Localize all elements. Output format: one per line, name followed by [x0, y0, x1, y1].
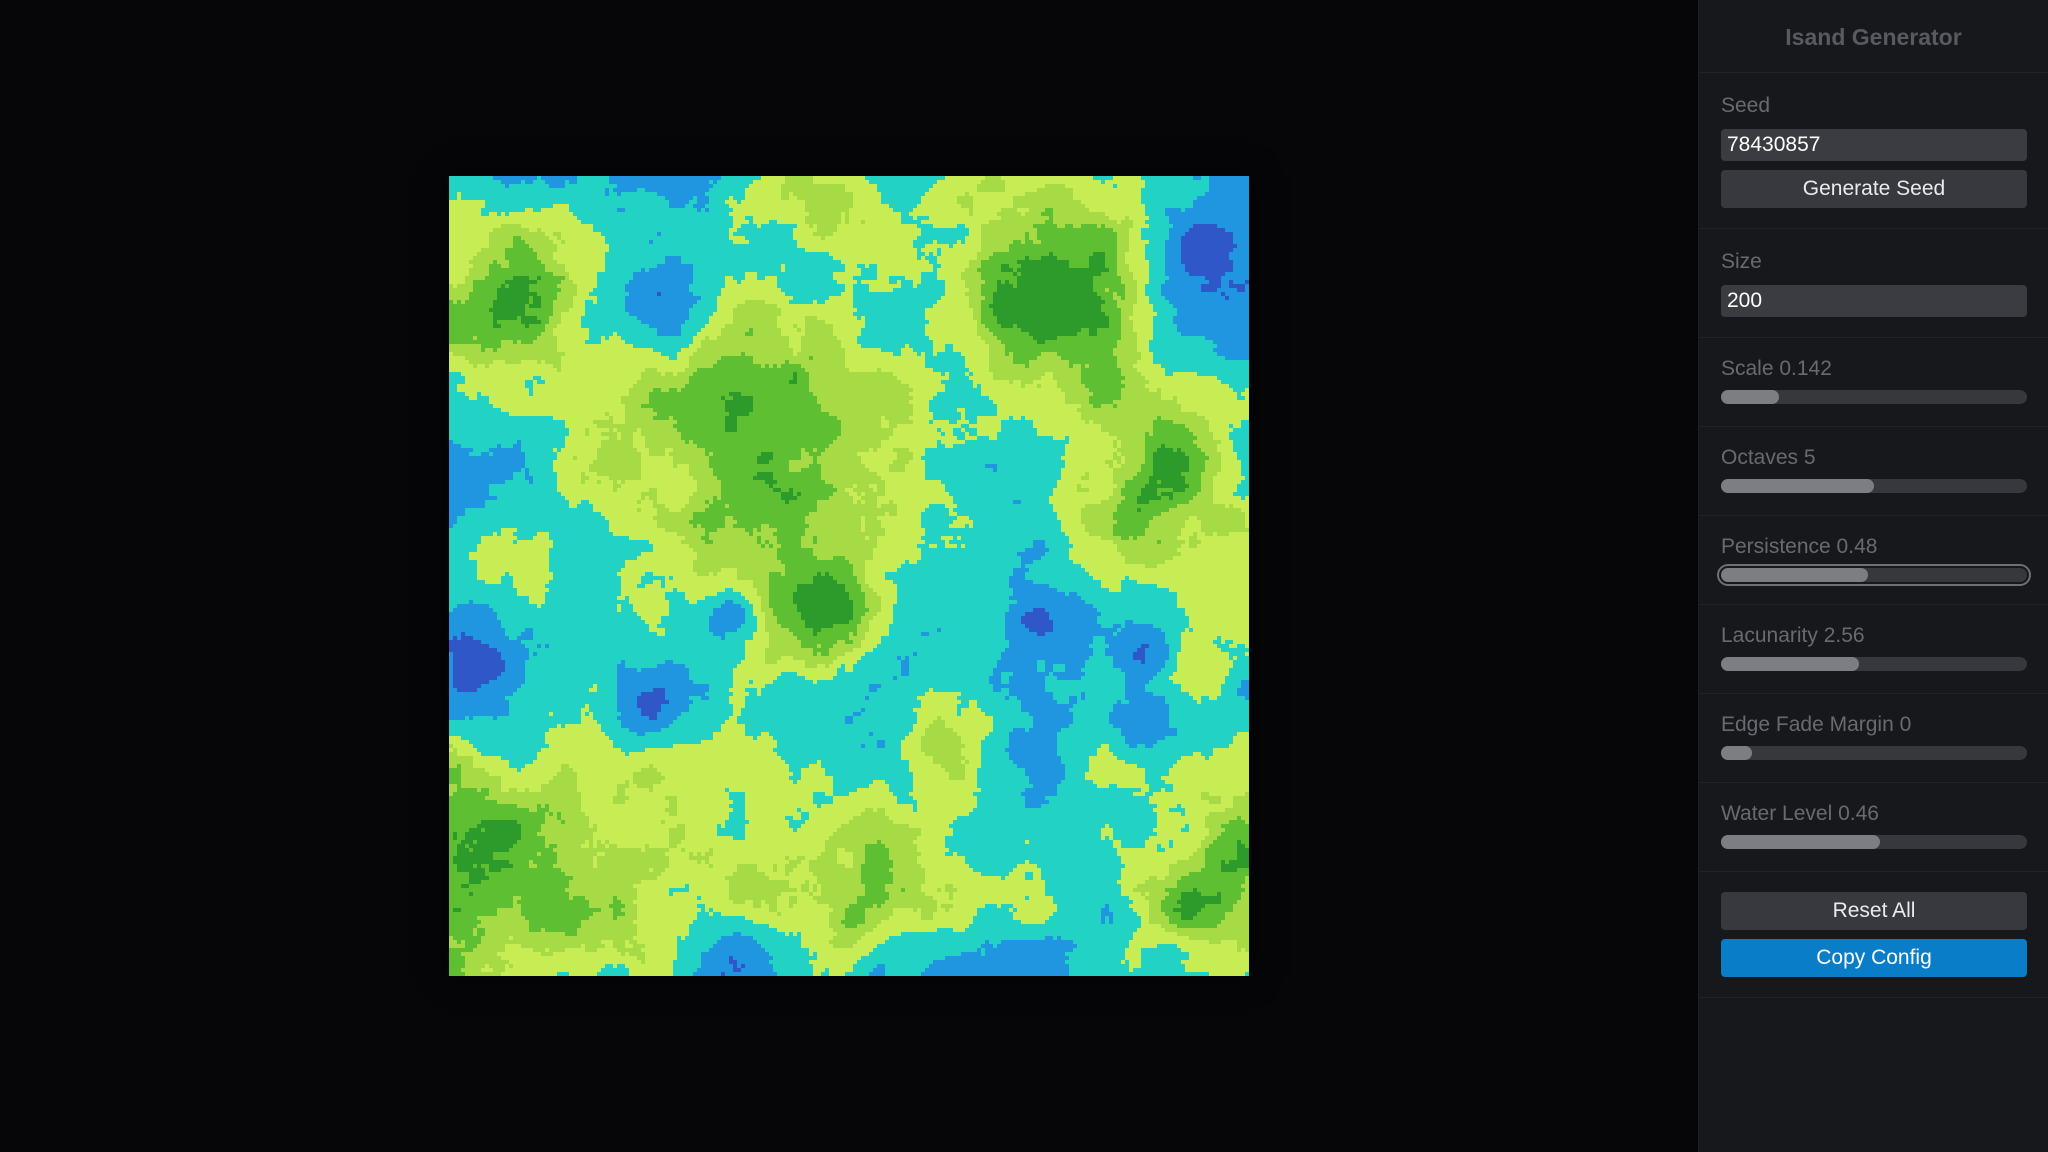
- map-viewport: [0, 0, 1698, 1152]
- settings-panel: Isand Generator Seed Generate Seed Size …: [1698, 0, 2048, 1152]
- lacunarity-label: Lacunarity 2.56: [1721, 624, 1865, 647]
- island-map: [449, 176, 1249, 976]
- water-level-section: Water Level 0.46: [1699, 783, 2048, 872]
- reset-all-button[interactable]: Reset All: [1721, 892, 2027, 930]
- size-label: Size: [1721, 250, 1762, 273]
- scale-slider[interactable]: [1721, 390, 2027, 404]
- scale-label: Scale 0.142: [1721, 357, 1832, 380]
- octaves-label: Octaves 5: [1721, 446, 1816, 469]
- lacunarity-slider[interactable]: [1721, 657, 2027, 671]
- generate-seed-button[interactable]: Generate Seed: [1721, 170, 2027, 208]
- persistence-slider[interactable]: [1721, 568, 2027, 582]
- octaves-section: Octaves 5: [1699, 427, 2048, 516]
- persistence-section: Persistence 0.48: [1699, 516, 2048, 605]
- water-level-label: Water Level 0.46: [1721, 802, 1879, 825]
- octaves-slider-fill: [1721, 479, 1874, 493]
- octaves-slider[interactable]: [1721, 479, 2027, 493]
- scale-slider-fill: [1721, 390, 1780, 404]
- seed-input[interactable]: [1721, 129, 2027, 161]
- water-level-slider-fill: [1721, 835, 1881, 849]
- persistence-slider-fill: [1721, 568, 1868, 582]
- slider-list: Scale 0.142 Octaves 5 Persistence 0.48 Lacu…: [1699, 338, 2048, 872]
- panel-title: Isand Generator: [1699, 0, 2048, 73]
- app-window: Isand Generator Seed Generate Seed Size …: [0, 0, 2048, 1152]
- seed-section: Seed Generate Seed: [1699, 73, 2048, 229]
- seed-label: Seed: [1721, 94, 1771, 117]
- island-map-canvas: [449, 176, 1249, 976]
- water-level-slider[interactable]: [1721, 835, 2027, 849]
- copy-config-button[interactable]: Copy Config: [1721, 939, 2027, 977]
- edge-fade-margin-section: Edge Fade Margin 0: [1699, 694, 2048, 783]
- lacunarity-slider-fill: [1721, 657, 1859, 671]
- actions-section: Reset All Copy Config: [1699, 872, 2048, 998]
- size-input[interactable]: [1721, 285, 2027, 317]
- scale-section: Scale 0.142: [1699, 338, 2048, 427]
- edge-fade-margin-slider-fill: [1721, 746, 1752, 760]
- lacunarity-section: Lacunarity 2.56: [1699, 605, 2048, 694]
- persistence-label: Persistence 0.48: [1721, 535, 1878, 558]
- edge-fade-margin-slider[interactable]: [1721, 746, 2027, 760]
- size-section: Size: [1699, 229, 2048, 338]
- edge-fade-margin-label: Edge Fade Margin 0: [1721, 713, 1912, 736]
